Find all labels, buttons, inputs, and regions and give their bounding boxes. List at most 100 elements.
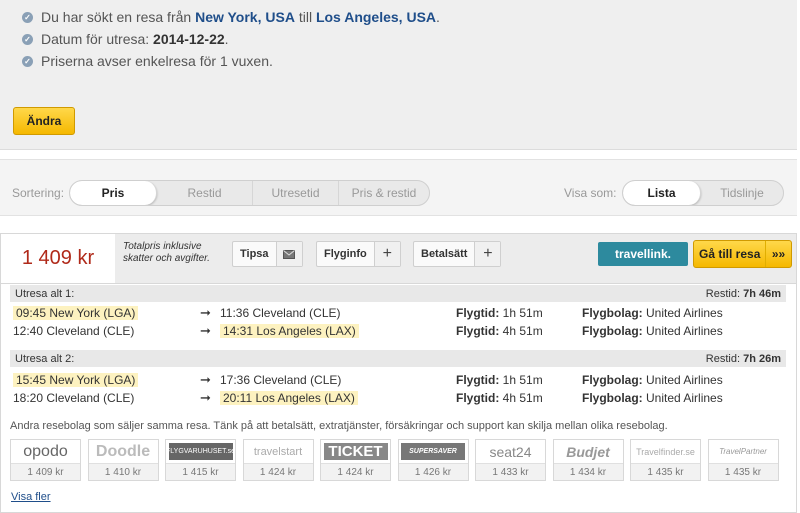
sort-option-restid[interactable]: Restid	[157, 181, 253, 205]
segment-arrival: 11:36 Cleveland (CLE)	[220, 306, 341, 320]
agent-logo: SUPERSAVER	[401, 443, 465, 460]
agent-seat24[interactable]: seat24 1 433 kr	[475, 439, 546, 481]
agent-travelfinder[interactable]: Travelfinder.se 1 435 kr	[630, 439, 701, 481]
agent-price: 1 435 kr	[631, 463, 700, 480]
route-end: .	[436, 9, 440, 25]
sort-options: Pris Restid Utresetid Pris & restid	[69, 180, 430, 206]
flight-segment: 15:45 New York (LGA) ➞ 17:36 Cleveland (…	[10, 372, 786, 390]
agent-price: 1 426 kr	[398, 463, 468, 480]
price-note: Totalpris inklusive skatter och avgifter…	[123, 241, 210, 264]
option-title: Utresa alt 2:	[15, 352, 75, 365]
goto-trip-label: Gå till resa	[699, 247, 761, 261]
goto-trip-button[interactable]: Gå till resa »»	[693, 240, 792, 268]
agent-travelstart[interactable]: travelstart 1 424 kr	[242, 439, 314, 481]
segment-arrival: 20:11 Los Angeles (LAX)	[220, 391, 358, 405]
agent-travelpartner[interactable]: TravelPartner 1 435 kr	[707, 439, 779, 481]
plus-icon: +	[373, 242, 400, 266]
tipsa-button[interactable]: Tipsa	[232, 241, 303, 267]
from-city: New York, USA	[195, 9, 295, 25]
segment-airline: Flygbolag: United Airlines	[582, 391, 723, 405]
option-header: Utresa alt 2: Restid: 7h 26m	[10, 350, 786, 367]
pricing-note: Priserna avser enkelresa för 1 vuxen.	[41, 53, 273, 69]
plus-icon: +	[474, 242, 501, 266]
option-restid: Restid: 7h 26m	[705, 352, 781, 365]
agent-logo: Budjet	[566, 443, 610, 460]
segment-flighttime: Flygtid: 1h 51m	[456, 306, 543, 320]
agent-price: 1 433 kr	[476, 463, 545, 480]
agent-logo: TICKET	[323, 443, 388, 460]
segment-arrival: 14:31 Los Angeles (LAX)	[220, 324, 359, 338]
agent-opodo[interactable]: opodo 1 409 kr	[10, 439, 81, 481]
summary-date: ✓ Datum för utresa: 2014-12-22.	[22, 28, 440, 50]
segment-departure: 18:20 Cleveland (CLE)	[13, 391, 135, 405]
date-prefix: Datum för utresa:	[41, 31, 150, 47]
agent-logo: Travelfinder.se	[636, 446, 695, 457]
sort-label: Sortering:	[12, 186, 65, 200]
tipsa-label: Tipsa	[240, 248, 269, 260]
summary-route: ✓ Du har sökt en resa från New York, USA…	[22, 6, 440, 28]
arrow-right-icon: ➞	[200, 390, 211, 405]
flight-segment: 12:40 Cleveland (CLE) ➞ 14:31 Los Angele…	[10, 323, 786, 341]
to-city: Los Angeles, USA	[315, 9, 437, 25]
segment-flighttime: Flygtid: 4h 51m	[456, 324, 543, 338]
agent-ticket[interactable]: TICKET 1 424 kr	[320, 439, 391, 481]
route-mid: till	[298, 9, 313, 25]
sort-option-utresetid[interactable]: Utresetid	[253, 181, 339, 205]
segment-departure: 15:45 New York (LGA)	[13, 373, 139, 387]
show-more-link[interactable]: Visa fler	[11, 491, 51, 503]
check-icon: ✓	[22, 55, 33, 67]
agent-price: 1 434 kr	[553, 463, 623, 480]
betalsatt-label: Betalsätt	[421, 248, 468, 260]
agent-logo: opodo	[23, 442, 68, 460]
envelope-icon	[275, 242, 302, 266]
agent-price: 1 415 kr	[166, 463, 235, 480]
segment-departure: 12:40 Cleveland (CLE)	[13, 324, 135, 338]
segment-flighttime: Flygtid: 4h 51m	[456, 391, 543, 405]
view-label: Visa som:	[564, 186, 617, 200]
agent-price: 1 410 kr	[88, 463, 158, 480]
agent-logo: FLYGVARUHUSET.se	[168, 443, 233, 460]
change-search-button[interactable]: Ändra	[13, 107, 75, 135]
flyginfo-label: Flyginfo	[324, 248, 367, 260]
agent-budjet[interactable]: Budjet 1 434 kr	[552, 439, 624, 481]
segment-arrival: 17:36 Cleveland (CLE)	[220, 373, 342, 387]
option-title: Utresa alt 1:	[15, 287, 75, 300]
total-price: 1 409 kr	[1, 234, 115, 283]
search-summary: ✓ Du har sökt en resa från New York, USA…	[0, 0, 797, 150]
departure-date: 2014-12-22	[153, 31, 225, 47]
sort-bar: Sortering: Pris Restid Utresetid Pris & …	[0, 159, 797, 216]
flyginfo-button[interactable]: Flyginfo +	[316, 241, 401, 267]
segment-airline: Flygbolag: United Airlines	[582, 306, 723, 320]
arrow-right-icon: ➞	[200, 323, 211, 338]
betalsatt-button[interactable]: Betalsätt +	[413, 241, 502, 267]
view-option-lista[interactable]: Lista	[623, 181, 701, 205]
segment-departure: 09:45 New York (LGA)	[13, 306, 139, 320]
summary-pricing: ✓ Priserna avser enkelresa för 1 vuxen.	[22, 50, 440, 72]
arrow-right-icon: ➞	[200, 305, 211, 320]
check-icon: ✓	[22, 11, 33, 23]
segment-flighttime: Flygtid: 1h 51m	[456, 373, 543, 387]
flight-segment: 18:20 Cleveland (CLE) ➞ 20:11 Los Angele…	[10, 390, 786, 408]
agent-list: opodo 1 409 kr Doodle 1 410 kr FLYGVARUH…	[10, 439, 779, 481]
check-icon: ✓	[22, 33, 33, 45]
sort-option-pris-restid[interactable]: Pris & restid	[339, 181, 429, 205]
arrow-right-icon: ➞	[200, 372, 211, 387]
option-restid: Restid: 7h 46m	[705, 287, 781, 300]
double-arrow-icon: »»	[765, 241, 791, 267]
agent-logo: Doodle	[95, 442, 151, 460]
sort-option-pris[interactable]: Pris	[70, 181, 157, 205]
result-card: 1 409 kr Totalpris inklusive skatter och…	[0, 233, 797, 513]
agent-price: 1 435 kr	[708, 463, 778, 480]
option-header: Utresa alt 1: Restid: 7h 46m	[10, 285, 786, 302]
view-option-tidslinje[interactable]: Tidslinje	[701, 181, 783, 205]
view-options: Lista Tidslinje	[622, 180, 784, 206]
segment-airline: Flygbolag: United Airlines	[582, 324, 723, 338]
agent-supersaver[interactable]: SUPERSAVER 1 426 kr	[397, 439, 469, 481]
agent-flygvaruhuset[interactable]: FLYGVARUHUSET.se 1 415 kr	[165, 439, 236, 481]
agent-price: 1 424 kr	[321, 463, 390, 480]
agents-note: Andra resebolag som säljer samma resa. T…	[10, 420, 668, 432]
agent-logo: seat24	[489, 443, 532, 460]
agent-price: 1 424 kr	[243, 463, 313, 480]
agent-doodle[interactable]: Doodle 1 410 kr	[87, 439, 159, 481]
agent-price: 1 409 kr	[11, 463, 80, 480]
